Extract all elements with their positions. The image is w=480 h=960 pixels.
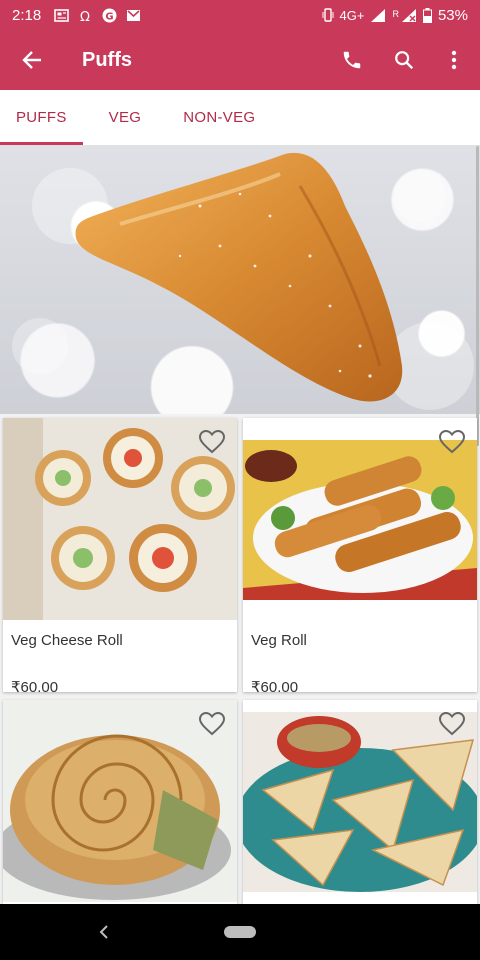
- favorite-heart-icon[interactable]: [439, 712, 465, 736]
- search-icon: [395, 51, 414, 70]
- phone-icon: [343, 51, 361, 69]
- product-image: [243, 700, 477, 902]
- omega-icon: Ω: [80, 10, 90, 22]
- signal-icon: [371, 8, 386, 22]
- network-type: 4G+: [339, 7, 365, 23]
- nav-home-button[interactable]: [224, 926, 256, 938]
- signal-roaming-icon: [401, 8, 416, 22]
- search-button[interactable]: [378, 30, 430, 90]
- tab-non-veg[interactable]: NON-VEG: [167, 90, 271, 145]
- product-card-spiral-pie[interactable]: [3, 700, 237, 910]
- battery-percent: 53%: [437, 6, 468, 24]
- product-price: ₹60.00: [251, 679, 299, 692]
- page-title: Puffs: [82, 48, 132, 71]
- system-nav-bar: [0, 904, 480, 960]
- more-options-button[interactable]: [430, 30, 478, 90]
- back-button[interactable]: [0, 30, 64, 90]
- svg-text:Ω: Ω: [80, 10, 90, 22]
- svg-text:G: G: [106, 11, 114, 22]
- tab-puffs[interactable]: PUFFS: [0, 90, 83, 145]
- nav-back-icon[interactable]: [96, 922, 112, 942]
- roaming-label: R: [392, 8, 399, 19]
- back-arrow-icon: [22, 51, 41, 69]
- g-app-icon: G: [102, 8, 117, 22]
- app-bar: Puffs: [0, 30, 480, 90]
- product-image: [243, 418, 477, 620]
- product-price: ₹60.00: [11, 679, 59, 692]
- product-name: Veg Cheese Roll: [11, 632, 123, 649]
- gmail-icon: [127, 9, 141, 21]
- favorite-heart-icon[interactable]: [199, 430, 225, 454]
- scrollbar[interactable]: [476, 146, 479, 446]
- product-card-veg-cheese-roll[interactable]: Veg Cheese Roll ₹60.00: [3, 418, 237, 692]
- screen: 2:18 Ω G 4G+ R 53% Puffs PUFFS VEG NON-V…: [0, 0, 480, 960]
- product-name: Veg Roll: [251, 632, 307, 649]
- status-right: 4G+ R 53%: [322, 7, 468, 24]
- vibrate-icon: [322, 8, 334, 22]
- call-button[interactable]: [326, 30, 378, 90]
- product-card-veg-roll[interactable]: Veg Roll ₹60.00: [243, 418, 477, 692]
- product-image: [3, 700, 237, 902]
- category-tabs: PUFFS VEG NON-VEG: [0, 90, 480, 146]
- hero-banner: [0, 146, 480, 414]
- favorite-heart-icon[interactable]: [439, 430, 465, 454]
- puff-pastry-image: [12, 152, 474, 410]
- news-icon: [54, 8, 70, 22]
- more-vert-icon: [451, 50, 457, 70]
- status-bar: 2:18 Ω G 4G+ R 53%: [0, 0, 480, 30]
- product-image: [3, 418, 237, 620]
- favorite-heart-icon[interactable]: [199, 712, 225, 736]
- tab-veg[interactable]: VEG: [93, 90, 158, 145]
- product-card-quesadilla[interactable]: [243, 700, 477, 910]
- status-time: 2:18: [12, 6, 42, 24]
- status-left: 2:18 Ω G: [12, 7, 141, 24]
- battery-icon: [422, 7, 432, 23]
